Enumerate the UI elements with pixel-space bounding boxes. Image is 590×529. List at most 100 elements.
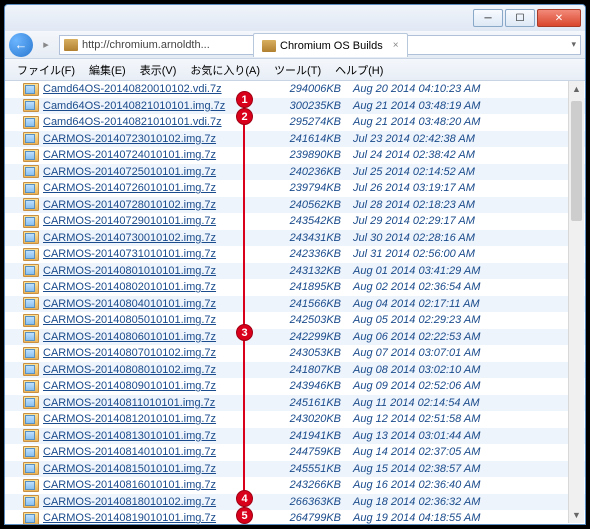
file-name[interactable]: CARMOS-20140804010101.img.7z <box>43 298 273 310</box>
file-row[interactable]: CARMOS-20140806010101.img.7z242299KBAug … <box>5 329 585 346</box>
file-row[interactable]: CARMOS-20140813010101.img.7z241941KBAug … <box>5 428 585 445</box>
file-date: Aug 15 2014 02:38:57 AM <box>353 463 585 475</box>
file-name[interactable]: CARMOS-20140807010102.img.7z <box>43 347 273 359</box>
file-name[interactable]: CARMOS-20140813010101.img.7z <box>43 430 273 442</box>
file-row[interactable]: CARMOS-20140816010101.img.7z243266KBAug … <box>5 477 585 494</box>
file-row[interactable]: CARMOS-20140731010101.img.7z242336KBJul … <box>5 246 585 263</box>
maximize-button[interactable]: ☐ <box>505 9 535 27</box>
file-name[interactable]: CARMOS-20140808010102.img.7z <box>43 364 273 376</box>
file-row[interactable]: CARMOS-20140801010101.img.7z243132KBAug … <box>5 263 585 280</box>
file-row[interactable]: CARMOS-20140723010102.img.7z241614KBJul … <box>5 131 585 148</box>
file-row[interactable]: Camd64OS-20140820010102.vdi.7z294006KBAu… <box>5 81 585 98</box>
file-name[interactable]: CARMOS-20140725010101.img.7z <box>43 166 273 178</box>
dropdown-icon[interactable]: ▾ <box>571 39 576 50</box>
file-name[interactable]: CARMOS-20140805010101.img.7z <box>43 314 273 326</box>
file-row[interactable]: CARMOS-20140808010102.img.7z241807KBAug … <box>5 362 585 379</box>
url-text: http://chromium.arnoldth... <box>82 39 210 51</box>
file-name[interactable]: CARMOS-20140730010102.img.7z <box>43 232 273 244</box>
file-row[interactable]: Camd64OS-20140821010101.img.7z300235KBAu… <box>5 98 585 115</box>
file-row[interactable]: CARMOS-20140818010102.img.7z266363KBAug … <box>5 494 585 511</box>
file-row[interactable]: CARMOS-20140819010101.img.7z264799KBAug … <box>5 510 585 524</box>
archive-icon <box>23 330 39 343</box>
file-row[interactable]: CARMOS-20140814010101.img.7z244759KBAug … <box>5 444 585 461</box>
back-button[interactable]: ← <box>9 33 33 57</box>
forward-button[interactable]: ▸ <box>37 36 55 54</box>
archive-icon <box>23 231 39 244</box>
file-name[interactable]: CARMOS-20140731010101.img.7z <box>43 248 273 260</box>
file-name[interactable]: CARMOS-20140815010101.img.7z <box>43 463 273 475</box>
scroll-thumb[interactable] <box>571 101 582 221</box>
file-row[interactable]: CARMOS-20140730010102.img.7z243431KBJul … <box>5 230 585 247</box>
minimize-button[interactable]: ─ <box>473 9 503 27</box>
archive-icon <box>23 347 39 360</box>
tab-active[interactable]: Chromium OS Builds × <box>253 33 408 57</box>
file-size: 245551KB <box>273 463 353 475</box>
archive-icon <box>23 512 39 524</box>
file-name[interactable]: CARMOS-20140811010101.img.7z <box>43 397 273 409</box>
annotation-line <box>243 99 245 514</box>
file-row[interactable]: CARMOS-20140729010101.img.7z243542KBJul … <box>5 213 585 230</box>
tab-close-icon[interactable]: × <box>393 40 399 51</box>
file-row[interactable]: CARMOS-20140726010101.img.7z239794KBJul … <box>5 180 585 197</box>
file-date: Aug 14 2014 02:37:05 AM <box>353 446 585 458</box>
file-name[interactable]: CARMOS-20140728010102.img.7z <box>43 199 273 211</box>
file-row[interactable]: CARMOS-20140725010101.img.7z240236KBJul … <box>5 164 585 181</box>
file-date: Aug 12 2014 02:51:58 AM <box>353 413 585 425</box>
close-button[interactable]: ✕ <box>537 9 581 27</box>
file-date: Aug 13 2014 03:01:44 AM <box>353 430 585 442</box>
file-date: Aug 05 2014 02:29:23 AM <box>353 314 585 326</box>
annotation-badge-3: 3 <box>236 324 253 341</box>
archive-icon <box>23 116 39 129</box>
file-row[interactable]: CARMOS-20140805010101.img.7z242503KBAug … <box>5 312 585 329</box>
menu-item[interactable]: ファイル(F) <box>11 60 81 80</box>
file-row[interactable]: CARMOS-20140809010101.img.7z243946KBAug … <box>5 378 585 395</box>
file-size: 240562KB <box>273 199 353 211</box>
file-name[interactable]: CARMOS-20140802010101.img.7z <box>43 281 273 293</box>
scroll-up-arrow-icon[interactable]: ▲ <box>569 81 584 97</box>
file-size: 243132KB <box>273 265 353 277</box>
annotation-badge-5: 5 <box>236 507 253 524</box>
menu-item[interactable]: 編集(E) <box>83 60 132 80</box>
archive-icon <box>23 446 39 459</box>
menu-item[interactable]: お気に入り(A) <box>184 60 266 80</box>
file-size: 243266KB <box>273 479 353 491</box>
menu-item[interactable]: 表示(V) <box>134 60 183 80</box>
file-name[interactable]: CARMOS-20140809010101.img.7z <box>43 380 273 392</box>
file-name[interactable]: CARMOS-20140814010101.img.7z <box>43 446 273 458</box>
menu-item[interactable]: ツール(T) <box>268 60 327 80</box>
archive-icon <box>23 198 39 211</box>
vertical-scrollbar[interactable]: ▲ ▼ <box>568 81 584 523</box>
archive-icon <box>23 132 39 145</box>
archive-icon <box>23 83 39 96</box>
file-date: Jul 30 2014 02:28:16 AM <box>353 232 585 244</box>
file-size: 243431KB <box>273 232 353 244</box>
file-name[interactable]: CARMOS-20140729010101.img.7z <box>43 215 273 227</box>
file-name[interactable]: CARMOS-20140723010102.img.7z <box>43 133 273 145</box>
file-row[interactable]: CARMOS-20140815010101.img.7z245551KBAug … <box>5 461 585 478</box>
file-size: 241807KB <box>273 364 353 376</box>
favicon-icon <box>64 39 78 51</box>
archive-icon <box>23 429 39 442</box>
scroll-down-arrow-icon[interactable]: ▼ <box>569 507 584 523</box>
file-row[interactable]: Camd64OS-20140821010101.vdi.7z295274KBAu… <box>5 114 585 131</box>
menu-item[interactable]: ヘルプ(H) <box>329 60 389 80</box>
file-row[interactable]: CARMOS-20140724010101.img.7z239890KBJul … <box>5 147 585 164</box>
file-name[interactable]: CARMOS-20140724010101.img.7z <box>43 149 273 161</box>
file-date: Aug 04 2014 02:17:11 AM <box>353 298 585 310</box>
file-size: 300235KB <box>273 100 353 112</box>
file-row[interactable]: CARMOS-20140812010101.img.7z243020KBAug … <box>5 411 585 428</box>
file-name[interactable]: CARMOS-20140801010101.img.7z <box>43 265 273 277</box>
file-name[interactable]: CARMOS-20140726010101.img.7z <box>43 182 273 194</box>
file-row[interactable]: CARMOS-20140807010102.img.7z243053KBAug … <box>5 345 585 362</box>
file-row[interactable]: CARMOS-20140728010102.img.7z240562KBJul … <box>5 197 585 214</box>
file-size: 242336KB <box>273 248 353 260</box>
file-name[interactable]: CARMOS-20140812010101.img.7z <box>43 413 273 425</box>
archive-icon <box>23 281 39 294</box>
file-row[interactable]: CARMOS-20140802010101.img.7z241895KBAug … <box>5 279 585 296</box>
file-name[interactable]: CARMOS-20140816010101.img.7z <box>43 479 273 491</box>
file-row[interactable]: CARMOS-20140811010101.img.7z245161KBAug … <box>5 395 585 412</box>
file-size: 241895KB <box>273 281 353 293</box>
file-row[interactable]: CARMOS-20140804010101.img.7z241566KBAug … <box>5 296 585 313</box>
file-size: 240236KB <box>273 166 353 178</box>
file-size: 241614KB <box>273 133 353 145</box>
